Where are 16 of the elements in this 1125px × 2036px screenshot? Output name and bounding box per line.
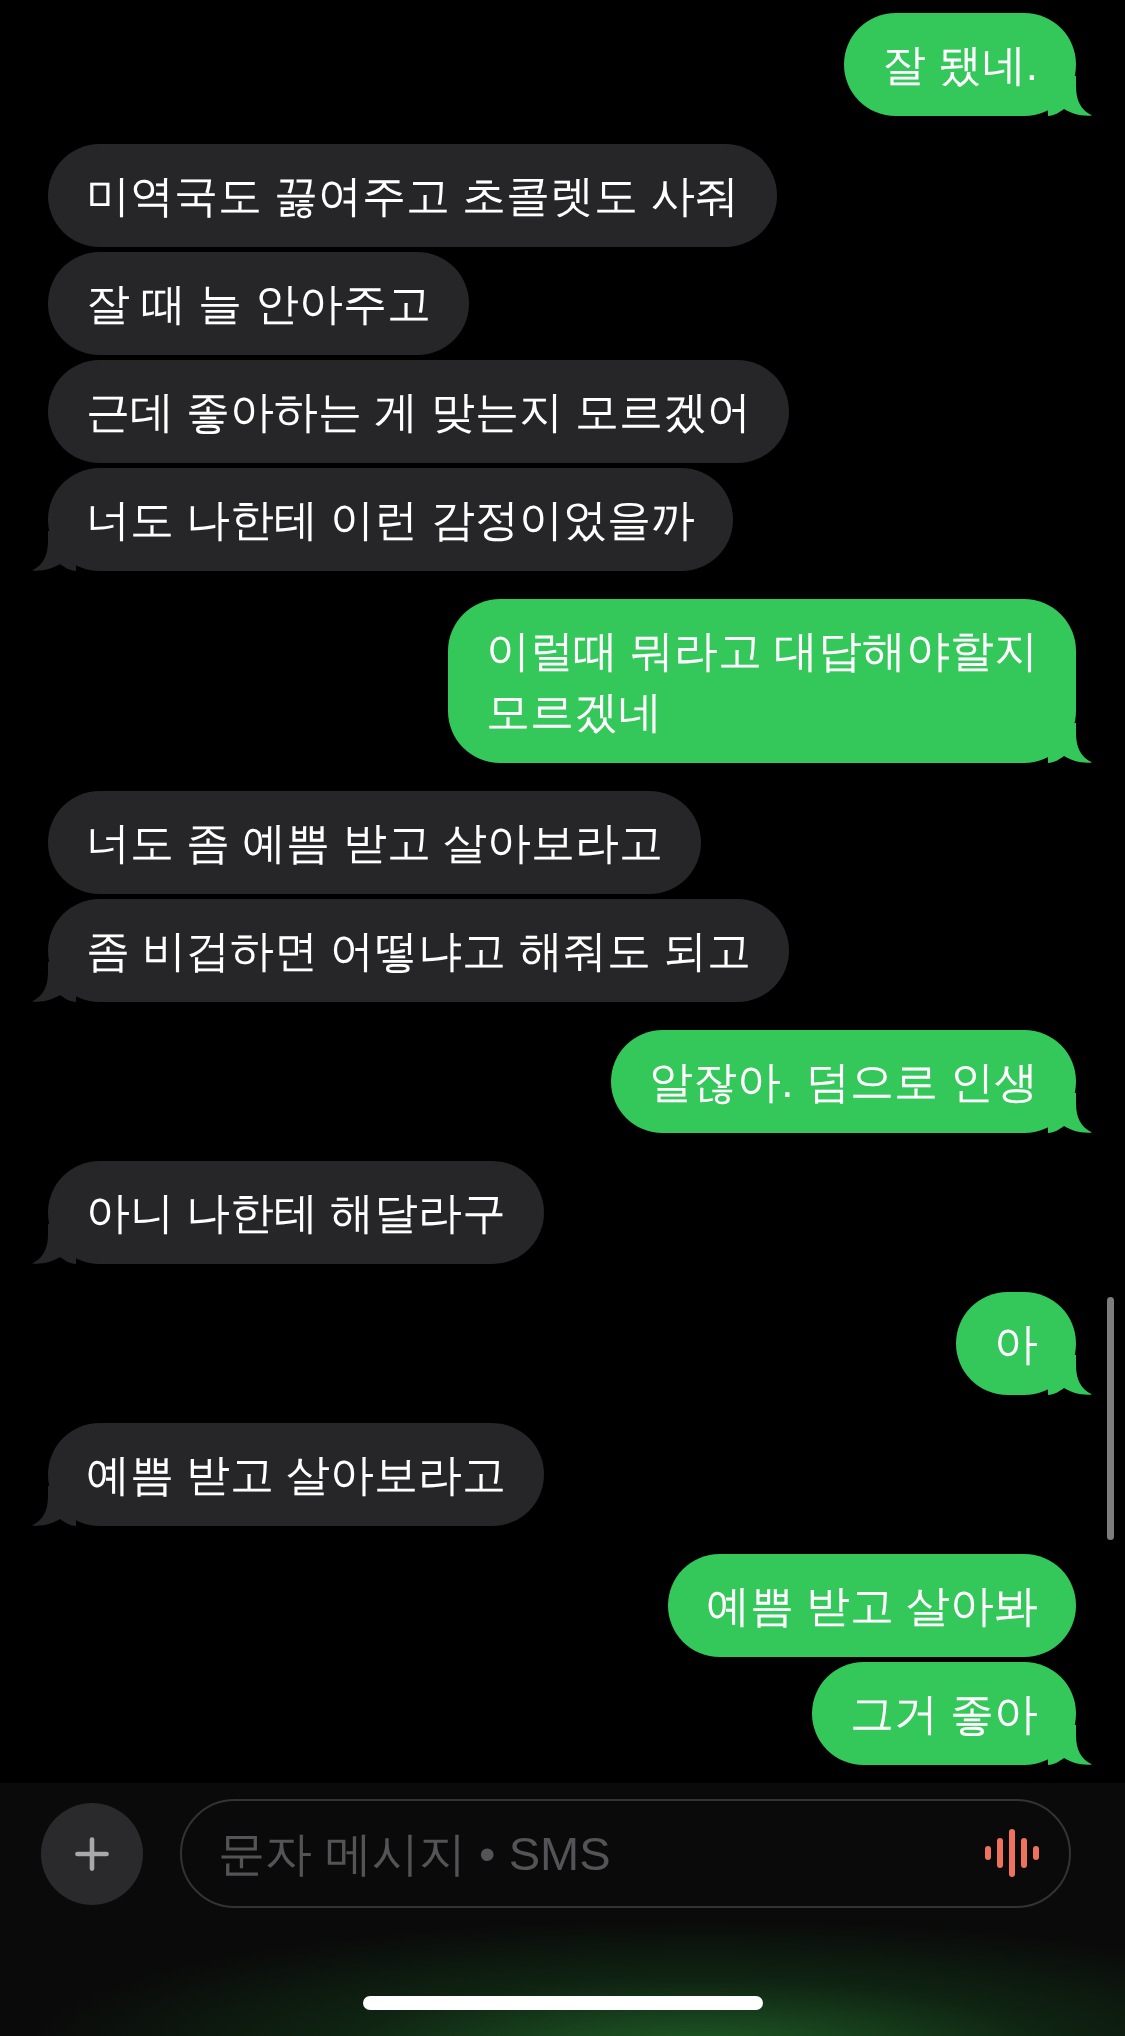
received-message-bubble: 너도 좀 예쁨 받고 살아보라고 — [48, 791, 701, 894]
sent-message-bubble: 그거 좋아 — [811, 1662, 1076, 1765]
received-message-bubble: 예쁨 받고 살아보라고 — [48, 1423, 545, 1526]
received-message-bubble: 잘 때 늘 안아주고 — [48, 252, 469, 355]
sent-message-bubble: 예쁨 받고 살아봐 — [667, 1554, 1076, 1657]
message-field[interactable]: 문자 메시지 • SMS — [180, 1799, 1071, 1908]
sent-message-bubble: 잘 됐네. — [843, 13, 1076, 116]
sent-message-bubble: 알잖아. 덤으로 인생 — [611, 1030, 1076, 1133]
sent-message-bubble: 아 — [956, 1292, 1076, 1395]
received-message-bubble: 좀 비겁하면 어떻냐고 해줘도 되고 — [48, 899, 789, 1002]
received-message-bubble: 미역국도 끓여주고 초콜렛도 사줘 — [48, 144, 777, 247]
received-message-bubble: 근데 좋아하는 게 맞는지 모르겠어 — [48, 360, 789, 463]
received-message-bubble: 아니 나한테 해달라구 — [48, 1161, 545, 1264]
sent-message-bubble: 이럴때 뭐라고 대답해야할지 모르겠네 — [447, 599, 1076, 763]
received-message-bubble: 너도 나한테 이런 감정이었을까 — [48, 468, 733, 571]
waveform-icon[interactable] — [985, 1829, 1039, 1877]
